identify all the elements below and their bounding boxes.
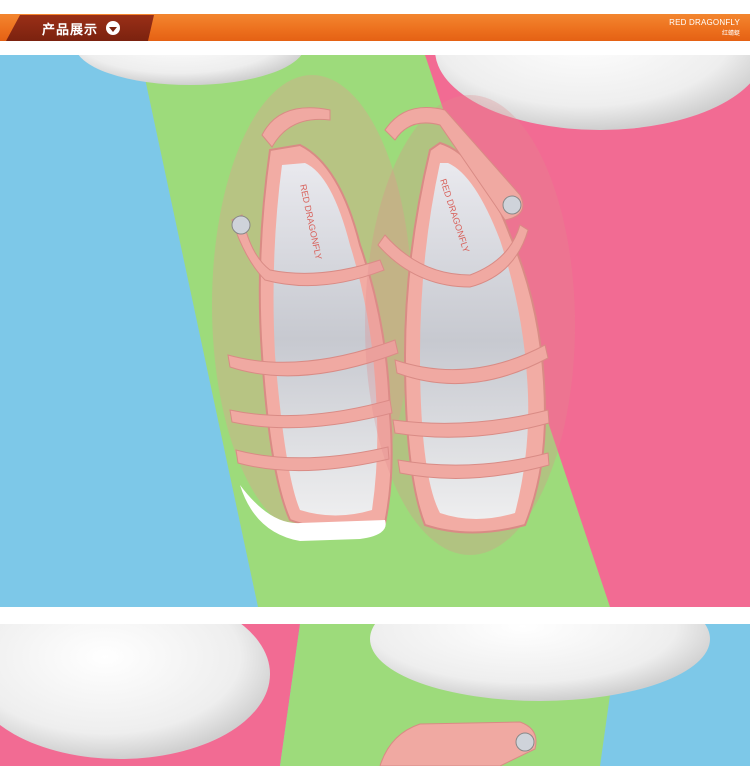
brand-name-en: RED DRAGONFLY (669, 18, 740, 27)
left-buckle (231, 215, 251, 235)
brand-name-cn: 红蜻蜓 (721, 31, 740, 37)
brand-logo: RED DRAGONFLY 红蜻蜓 (669, 18, 740, 37)
product-photo-2 (0, 624, 750, 766)
sandal-photo-illustration: RED DRAGONFLY RED DRAGONFLY (0, 55, 750, 607)
product-photo-1: RED DRAGONFLY RED DRAGONFLY (0, 55, 750, 607)
right-sandal: RED DRAGONFLY (365, 95, 575, 555)
chevron-down-icon[interactable] (106, 21, 120, 35)
section-header: 产品展示 RED DRAGONFLY 红蜻蜓 (0, 0, 750, 46)
buckle-2 (515, 732, 535, 752)
section-tab[interactable]: 产品展示 (6, 15, 154, 41)
right-buckle (502, 195, 522, 215)
section-title: 产品展示 (42, 21, 99, 37)
sandal-photo-illustration-2 (0, 624, 750, 766)
